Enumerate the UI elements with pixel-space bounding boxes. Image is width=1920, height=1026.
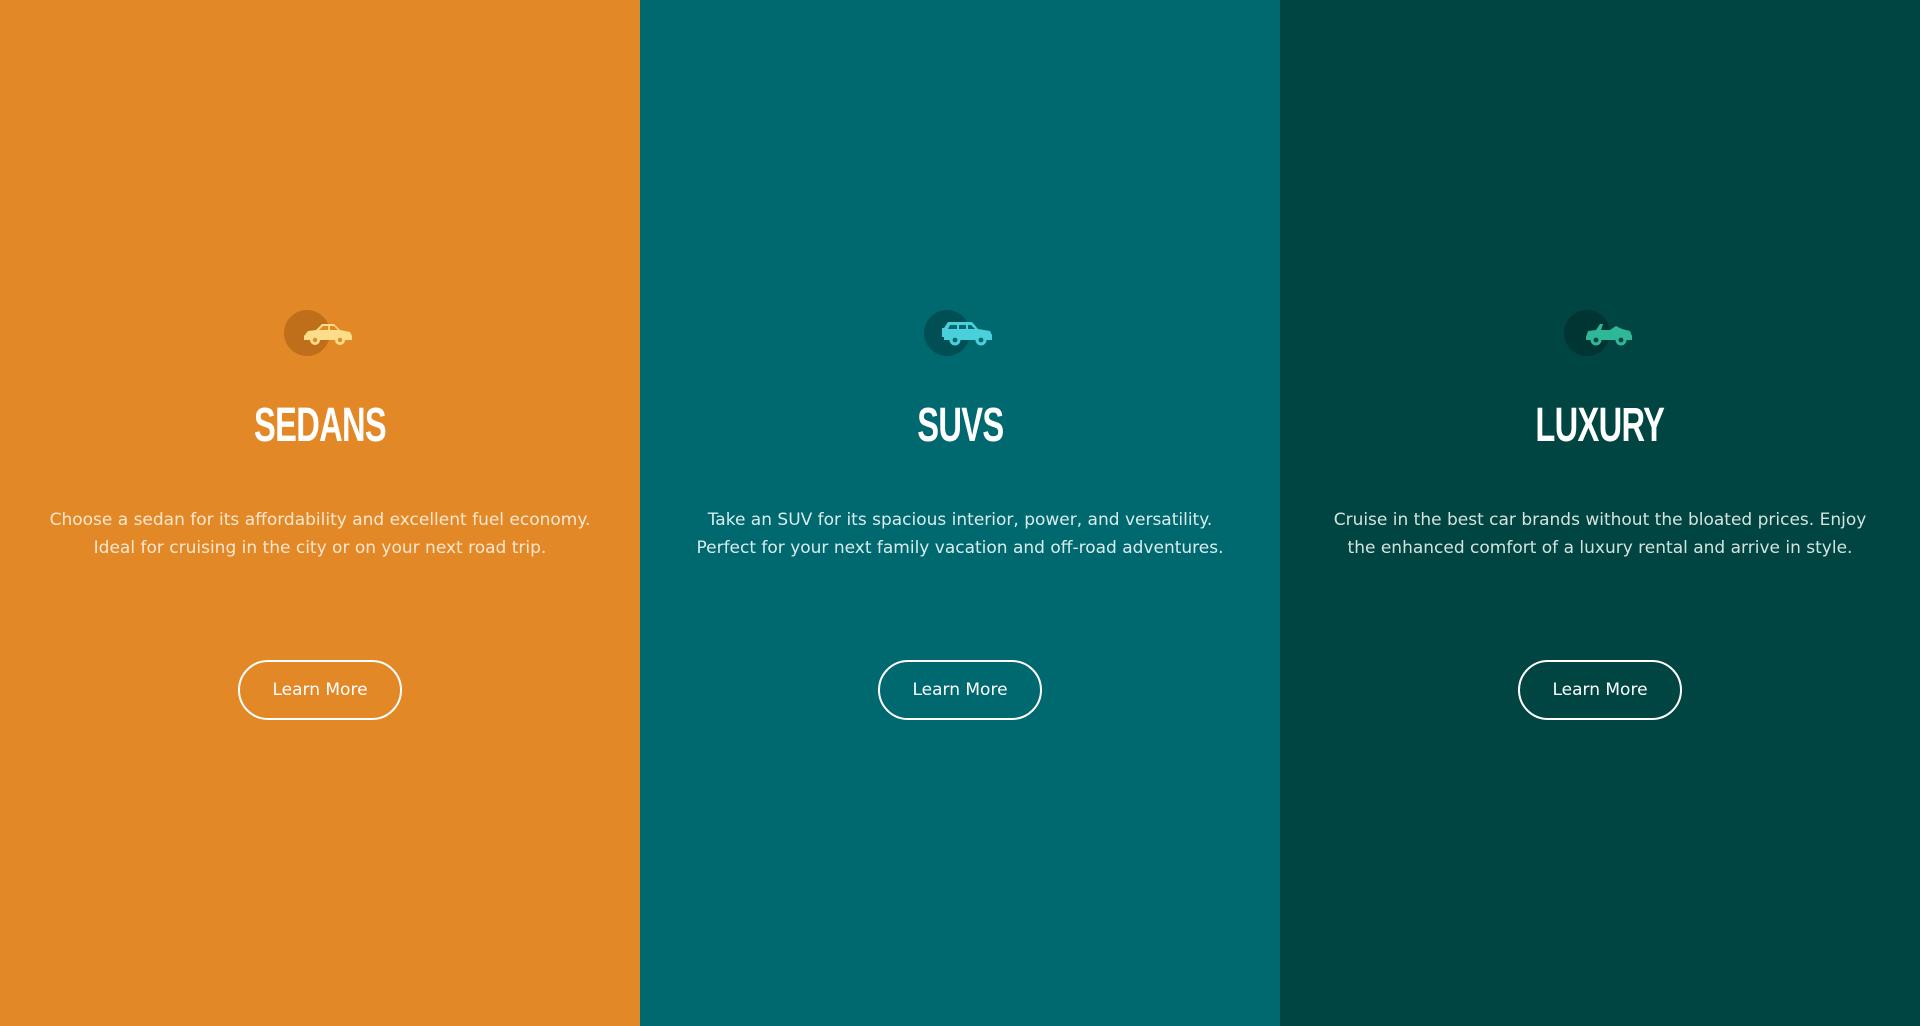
- suv-icon: [942, 322, 992, 346]
- learn-more-button[interactable]: Learn More: [238, 660, 402, 720]
- suv-icon-container: [920, 308, 1000, 358]
- panel-sedans: SEDANS Choose a sedan for its affordabil…: [0, 0, 640, 1026]
- panel-description-line-2: Ideal for cruising in the city or on you…: [93, 538, 547, 558]
- panel-description-line-1: Choose a sedan for its affordability and…: [49, 510, 591, 530]
- panel-description-line-2: Perfect for your next family vacation an…: [696, 538, 1224, 558]
- learn-more-button[interactable]: Learn More: [878, 660, 1042, 720]
- convertible-icon-container: [1560, 308, 1640, 358]
- panel-description: Choose a sedan for its affordability and…: [50, 506, 591, 562]
- panel-suvs: SUVS Take an SUV for its spacious interi…: [640, 0, 1280, 1026]
- convertible-icon: [1586, 324, 1632, 346]
- panel-title: LUXURY: [1535, 399, 1666, 452]
- panel-title: SEDANS: [254, 399, 387, 452]
- panel-luxury: LUXURY Cruise in the best car brands wit…: [1280, 0, 1920, 1026]
- sedan-icon-container: [280, 308, 360, 358]
- car-categories-section: SEDANS Choose a sedan for its affordabil…: [0, 0, 1920, 1026]
- panel-description-line-2: the enhanced comfort of a luxury rental …: [1347, 538, 1853, 558]
- panel-description-line-1: Take an SUV for its spacious interior, p…: [707, 510, 1213, 530]
- panel-description-line-1: Cruise in the best car brands without th…: [1333, 510, 1867, 530]
- panel-description: Take an SUV for its spacious interior, p…: [696, 506, 1223, 562]
- sedan-icon: [304, 324, 352, 345]
- panel-description: Cruise in the best car brands without th…: [1334, 506, 1867, 562]
- panel-title: SUVS: [916, 399, 1004, 452]
- learn-more-button[interactable]: Learn More: [1518, 660, 1682, 720]
